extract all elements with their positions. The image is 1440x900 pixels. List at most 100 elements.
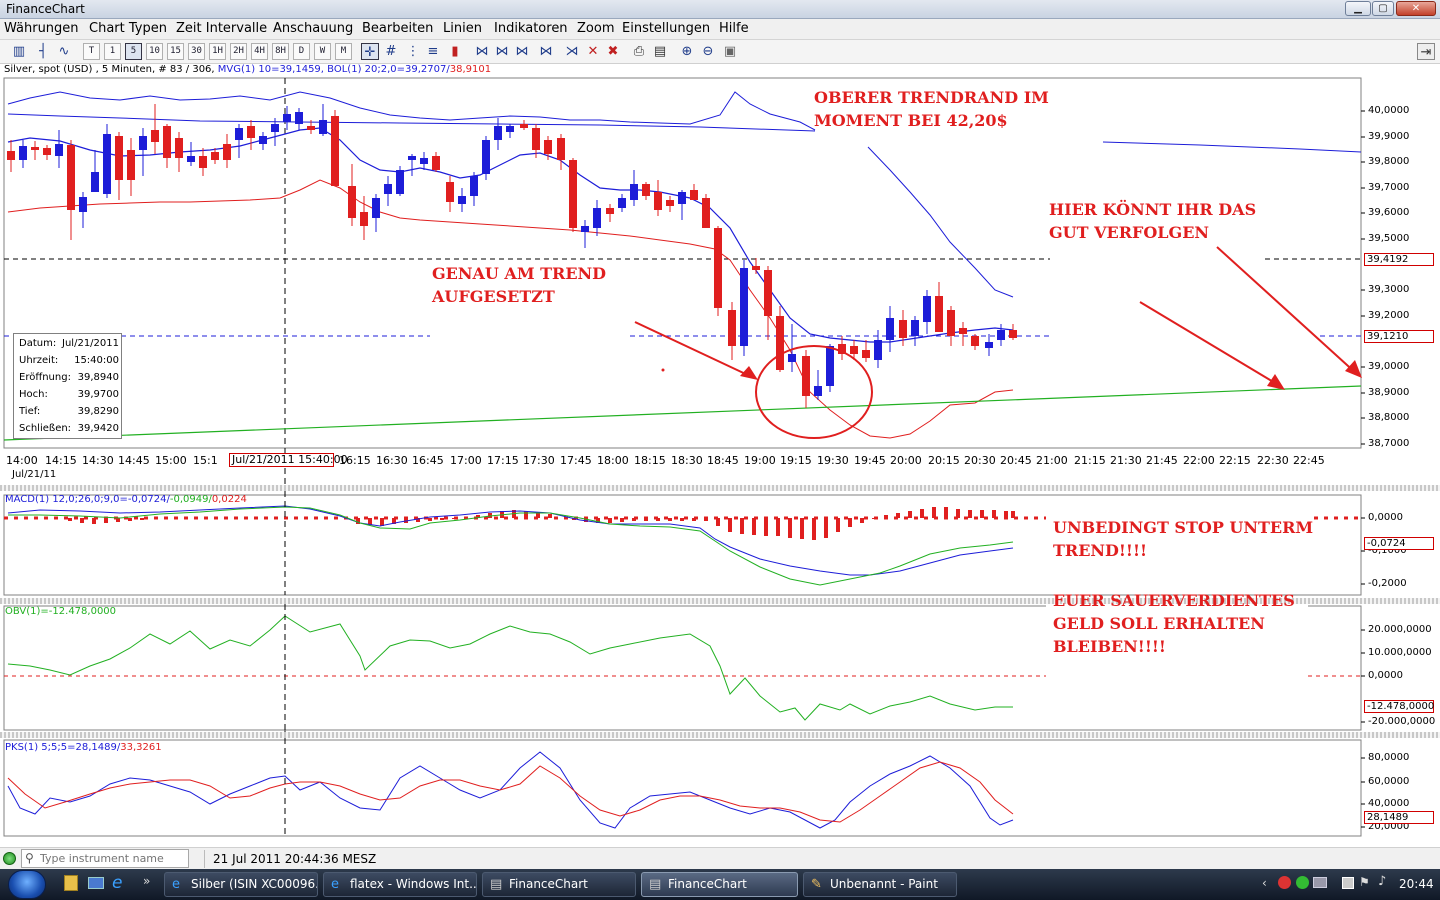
instrument-search-input[interactable] (21, 849, 189, 868)
info-value: 39,9700 (77, 389, 119, 400)
tray-app-icon[interactable] (1313, 877, 1327, 888)
candle-body (470, 176, 478, 196)
candle-body (630, 184, 638, 200)
quicklaunch-more-icon[interactable]: » (143, 874, 150, 888)
explorer-icon[interactable] (64, 875, 78, 891)
ie-icon[interactable]: e (112, 873, 122, 893)
tray-security-icon[interactable] (1278, 876, 1291, 889)
task-label: Unbenannt - Paint (830, 877, 938, 891)
desktop-icon[interactable] (88, 877, 104, 889)
macd-histogram-bar (956, 509, 960, 518)
paint-icon: ✎ (811, 877, 822, 892)
network-icon[interactable] (1342, 877, 1354, 889)
info-key: Uhrzeit: (19, 355, 59, 366)
candle-body (826, 346, 834, 386)
macd-histogram-bar (440, 518, 444, 520)
candle-body (31, 147, 39, 150)
date-label: Jul/21/11 (12, 469, 57, 480)
task-financechart-2[interactable]: ▤ FinanceChart (641, 872, 798, 897)
pks-title: PKS(1) 5;5;5=28,1489/33,3261 (5, 742, 162, 753)
pks-tick: 60,0000 (1368, 776, 1410, 787)
candle-body (814, 386, 822, 396)
macd-tick: 0,0000 (1368, 512, 1403, 523)
macd-histogram-bar (812, 518, 816, 540)
candle-body (139, 136, 147, 150)
task-financechart-1[interactable]: ▤ FinanceChart (482, 872, 636, 897)
macd-histogram-bar (140, 518, 144, 520)
price-tick: 39,3000 (1368, 284, 1410, 295)
macd-hist: 0,0224 (211, 494, 247, 505)
candle-body (506, 126, 514, 132)
price-tick: 39,5000 (1368, 233, 1410, 244)
note-stop: UNBEDINGT STOP UNTERM TREND!!!! (1053, 516, 1313, 562)
time-tick: 21:15 (1074, 454, 1106, 467)
macd-title: MACD(1) 12,0;26,0;9,0=-0,0724/-0,0949/0,… (5, 494, 247, 505)
price-tick: 38,8000 (1368, 412, 1410, 423)
time-tick: 21:45 (1146, 454, 1178, 467)
macd-histogram-bar (524, 511, 528, 518)
macd-histogram-bar (632, 518, 636, 521)
time-tick: 17:00 (450, 454, 482, 467)
time-tick: 18:30 (671, 454, 703, 467)
pks-main: PKS(1) 5;5;5=28,1489/ (5, 742, 121, 753)
candle-body (997, 330, 1005, 340)
candle-body (91, 172, 99, 192)
time-tick: 14:45 (118, 454, 150, 467)
time-tick: 15:1 (193, 454, 218, 467)
candle-body (79, 197, 87, 212)
macd-histogram-bar (752, 518, 756, 535)
macd-histogram-bar (452, 518, 456, 519)
macd-histogram-bar (884, 515, 888, 518)
candle-body (862, 350, 870, 358)
candle-body (923, 296, 931, 322)
note-line: GUT VERFOLGEN (1049, 223, 1210, 242)
candle-body (319, 120, 327, 134)
start-button[interactable] (8, 870, 46, 899)
time-tick: 16:45 (412, 454, 444, 467)
macd-histogram-bar (980, 510, 984, 518)
macd-histogram-bar (380, 518, 384, 526)
candle-body (850, 346, 858, 354)
macd-histogram-bar (428, 518, 432, 521)
tray-shield-icon[interactable] (1296, 876, 1309, 889)
time-tick: 18:00 (597, 454, 629, 467)
candle-body (103, 134, 111, 194)
time-tick: 19:30 (817, 454, 849, 467)
macd-histogram-bar (968, 510, 972, 518)
candle-body (593, 208, 601, 228)
pks-pane[interactable] (0, 738, 1440, 838)
macd-histogram-bar (836, 518, 840, 532)
time-tick: 14:15 (45, 454, 77, 467)
macd-histogram-bar (704, 518, 708, 521)
note-follow: HIER KÖNNT IHR DAS GUT VERFOLGEN (1049, 198, 1256, 244)
tray-expand-icon[interactable]: ‹ (1262, 876, 1267, 890)
task-label: FinanceChart (509, 877, 588, 891)
macd-histogram-bar (128, 518, 132, 521)
divider (204, 850, 205, 868)
task-silber[interactable]: e Silber (ISIN XC00096... (164, 872, 318, 897)
candle-body (211, 152, 219, 160)
macd-histogram-bar (860, 518, 864, 523)
candle-body (271, 124, 279, 132)
candle-body (788, 354, 796, 362)
candle-body (959, 328, 967, 334)
candle-body (618, 198, 626, 208)
candle-body (776, 316, 784, 370)
price-tick: 39,9000 (1368, 131, 1410, 142)
candle-body (911, 320, 919, 336)
action-center-icon[interactable]: ⚑ (1359, 875, 1370, 889)
info-value: 39,8290 (77, 406, 119, 417)
volume-icon[interactable]: ♪ (1378, 874, 1386, 889)
candle-body (247, 126, 255, 138)
macd-histogram-bar (80, 518, 84, 523)
candle-body (235, 128, 243, 140)
candle-body (7, 151, 15, 160)
macd-histogram-bar (992, 510, 996, 518)
macd-tick: -0,2000 (1368, 578, 1407, 589)
time-tick: 22:30 (1257, 454, 1289, 467)
candle-body (432, 156, 440, 170)
obv-marker: -12.478,0000 (1364, 700, 1434, 713)
task-flatex[interactable]: e flatex - Windows Int... (323, 872, 477, 897)
task-paint[interactable]: ✎ Unbenannt - Paint (803, 872, 957, 897)
macd-main: MACD(1) 12,0;26,0;9,0=-0,0724/ (5, 494, 170, 505)
